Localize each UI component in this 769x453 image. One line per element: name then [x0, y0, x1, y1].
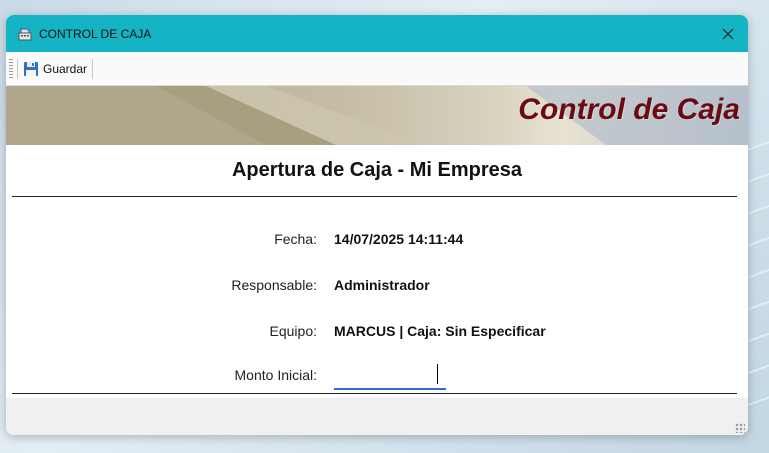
- initial-amount-input[interactable]: [334, 363, 446, 390]
- save-button[interactable]: Guardar: [18, 57, 92, 81]
- close-icon: [722, 28, 734, 40]
- field-value: 14/07/2025 14:11:44: [334, 231, 464, 247]
- toolbar: Guardar: [6, 52, 748, 86]
- floppy-disk-icon: [24, 61, 38, 76]
- window-title: CONTROL DE CAJA: [39, 26, 152, 41]
- resize-grip[interactable]: [735, 423, 745, 433]
- field-row-monto-inicial: Monto Inicial:: [6, 363, 748, 390]
- toolbar-grip[interactable]: [9, 58, 13, 79]
- divider: [12, 393, 737, 394]
- divider: [12, 196, 737, 197]
- field-label: Fecha:: [274, 231, 317, 247]
- banner-title: Control de Caja: [518, 93, 740, 126]
- control-caja-window: CONTROL DE CAJA Guardar Control de Caja …: [6, 15, 748, 435]
- save-button-label: Guardar: [43, 61, 88, 76]
- title-bar[interactable]: CONTROL DE CAJA: [6, 15, 748, 52]
- cash-register-icon: [17, 26, 33, 42]
- field-row-responsable: Responsable: Administrador: [6, 277, 748, 297]
- field-value: MARCUS | Caja: Sin Especificar: [334, 323, 546, 339]
- header-banner: Control de Caja: [6, 86, 748, 145]
- page-title: Apertura de Caja - Mi Empresa: [231, 159, 523, 181]
- field-value: Administrador: [334, 277, 430, 293]
- form-panel: Apertura de Caja - Mi Empresa Fecha: 14/…: [6, 145, 748, 435]
- field-row-fecha: Fecha: 14/07/2025 14:11:44: [6, 231, 748, 251]
- close-button[interactable]: [718, 24, 738, 44]
- status-strip: [6, 398, 748, 435]
- amount-label: Monto Inicial:: [234, 367, 317, 383]
- text-caret: [437, 364, 438, 384]
- field-label: Responsable:: [231, 277, 317, 293]
- toolbar-separator: [92, 58, 94, 79]
- field-row-equipo: Equipo: MARCUS | Caja: Sin Especificar: [6, 323, 748, 343]
- field-label: Equipo:: [269, 323, 317, 339]
